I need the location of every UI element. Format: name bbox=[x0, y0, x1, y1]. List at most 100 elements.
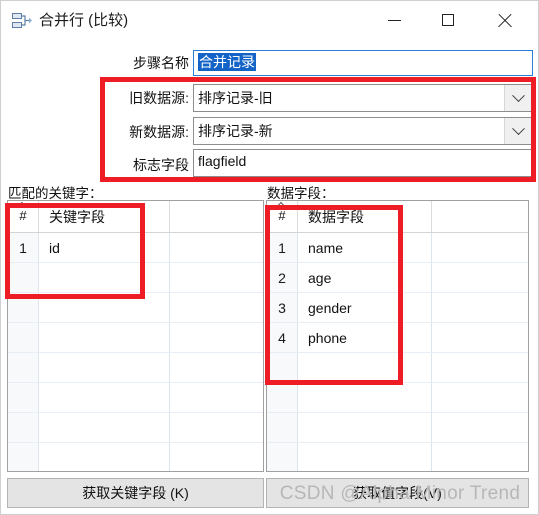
row-index-cell: 3 bbox=[267, 293, 298, 322]
table-row[interactable]: 3 gender bbox=[267, 293, 528, 323]
table-row-empty[interactable] bbox=[8, 413, 263, 443]
row-field-cell[interactable] bbox=[39, 353, 170, 382]
row-index-cell: 2 bbox=[267, 263, 298, 292]
close-button[interactable] bbox=[481, 1, 527, 39]
table-row-empty[interactable] bbox=[8, 293, 263, 323]
row-index-cell: 4 bbox=[267, 323, 298, 352]
column-header-filler bbox=[170, 201, 263, 232]
row-field-cell[interactable] bbox=[39, 383, 170, 412]
row-filler-cell bbox=[170, 323, 263, 352]
table-row-empty[interactable] bbox=[267, 353, 528, 383]
row-filler-cell bbox=[432, 323, 528, 352]
row-field-cell[interactable] bbox=[39, 443, 170, 471]
table-row[interactable]: 1 name bbox=[267, 233, 528, 263]
new-source-value: 排序记录-新 bbox=[198, 123, 273, 139]
row-field-cell[interactable] bbox=[298, 443, 432, 471]
row-field-cell[interactable] bbox=[39, 413, 170, 442]
row-field-cell[interactable]: age bbox=[298, 263, 432, 292]
fields-panel-label: 数据字段： bbox=[267, 186, 335, 201]
step-name-input[interactable]: 合并记录 bbox=[193, 50, 533, 76]
minimize-icon bbox=[387, 19, 401, 21]
row-field-cell[interactable] bbox=[298, 383, 432, 412]
column-header-index[interactable]: # bbox=[267, 201, 298, 232]
column-header-field[interactable]: 关键字段 bbox=[39, 201, 170, 232]
row-field-cell[interactable] bbox=[39, 323, 170, 352]
merge-rows-icon bbox=[12, 13, 32, 30]
titlebar: 合并行 (比较) bbox=[1, 1, 538, 42]
table-header-row: # 关键字段 bbox=[8, 201, 263, 233]
row-field-cell[interactable]: phone bbox=[298, 323, 432, 352]
flag-field-input[interactable]: flagfield bbox=[193, 149, 533, 177]
row-filler-cell bbox=[170, 233, 263, 262]
table-row[interactable]: 1 id bbox=[8, 233, 263, 263]
table-row-empty[interactable] bbox=[267, 413, 528, 443]
row-filler-cell bbox=[170, 413, 263, 442]
row-filler-cell bbox=[170, 353, 263, 382]
old-source-label: 旧数据源: bbox=[129, 90, 189, 106]
close-icon bbox=[497, 13, 512, 28]
row-field-cell[interactable]: id bbox=[39, 233, 170, 262]
row-field-cell[interactable] bbox=[39, 263, 170, 292]
row-index-cell bbox=[8, 413, 39, 442]
table-row-empty[interactable] bbox=[8, 383, 263, 413]
column-header-index-label: # bbox=[278, 208, 286, 223]
row-index-cell bbox=[8, 323, 39, 352]
flag-field-value: flagfield bbox=[198, 153, 247, 169]
fields-table[interactable]: # 数据字段 1 name 2 age 3 gender 4 phone bbox=[266, 200, 529, 472]
flag-field-label: 标志字段 bbox=[133, 157, 189, 173]
row-field-cell[interactable] bbox=[298, 413, 432, 442]
row-filler-cell bbox=[170, 263, 263, 292]
step-name-label: 步骤名称 bbox=[133, 55, 189, 71]
row-field-cell[interactable] bbox=[298, 353, 432, 382]
table-header-row: # 数据字段 bbox=[267, 201, 528, 233]
minimize-button[interactable] bbox=[371, 1, 417, 39]
row-filler-cell bbox=[432, 413, 528, 442]
row-index-cell bbox=[8, 443, 39, 471]
row-filler-cell bbox=[432, 443, 528, 471]
maximize-button[interactable] bbox=[425, 1, 471, 39]
row-index-cell bbox=[8, 293, 39, 322]
window-title: 合并行 (比较) bbox=[39, 12, 129, 29]
table-row-empty[interactable] bbox=[8, 323, 263, 353]
keys-table[interactable]: # 关键字段 1 id bbox=[7, 200, 264, 472]
old-source-value: 排序记录-旧 bbox=[198, 90, 273, 106]
column-header-field[interactable]: 数据字段 bbox=[298, 201, 432, 232]
row-index-cell bbox=[8, 353, 39, 382]
table-row-empty[interactable] bbox=[8, 353, 263, 383]
row-filler-cell bbox=[170, 293, 263, 322]
table-row[interactable]: 4 phone bbox=[267, 323, 528, 353]
column-header-index[interactable]: # bbox=[8, 201, 39, 232]
row-filler-cell bbox=[170, 443, 263, 471]
row-filler-cell bbox=[432, 383, 528, 412]
row-field-cell[interactable] bbox=[39, 293, 170, 322]
row-index-cell bbox=[267, 443, 298, 471]
table-row-empty[interactable] bbox=[267, 443, 528, 471]
column-header-filler bbox=[432, 201, 528, 232]
row-filler-cell bbox=[432, 233, 528, 262]
row-filler-cell bbox=[170, 383, 263, 412]
row-filler-cell bbox=[432, 263, 528, 292]
chevron-down-icon[interactable] bbox=[504, 118, 532, 144]
row-index-cell bbox=[267, 353, 298, 382]
row-index-cell bbox=[267, 383, 298, 412]
column-header-index-label: # bbox=[19, 208, 27, 223]
old-source-select[interactable]: 排序记录-旧 bbox=[193, 84, 533, 112]
chevron-down-icon[interactable] bbox=[504, 85, 532, 111]
row-index-cell: 1 bbox=[8, 233, 39, 262]
get-value-fields-button[interactable]: 获取值字段(V) bbox=[266, 478, 529, 508]
row-index-cell bbox=[8, 263, 39, 292]
table-row[interactable]: 2 age bbox=[267, 263, 528, 293]
get-key-fields-button[interactable]: 获取关键字段 (K) bbox=[7, 478, 264, 508]
table-row-empty[interactable] bbox=[267, 383, 528, 413]
row-index-cell bbox=[8, 383, 39, 412]
table-row-empty[interactable] bbox=[8, 443, 263, 471]
row-index-cell bbox=[267, 413, 298, 442]
row-field-cell[interactable]: name bbox=[298, 233, 432, 262]
new-source-label: 新数据源: bbox=[129, 124, 189, 140]
row-filler-cell bbox=[432, 293, 528, 322]
new-source-select[interactable]: 排序记录-新 bbox=[193, 117, 533, 145]
merge-rows-dialog: 合并行 (比较) 步骤名称 合并记录 旧数据源: 排序记录-旧 新数据源: 排序… bbox=[0, 0, 539, 515]
table-row-empty[interactable] bbox=[8, 263, 263, 293]
row-field-cell[interactable]: gender bbox=[298, 293, 432, 322]
step-name-value: 合并记录 bbox=[198, 53, 256, 71]
